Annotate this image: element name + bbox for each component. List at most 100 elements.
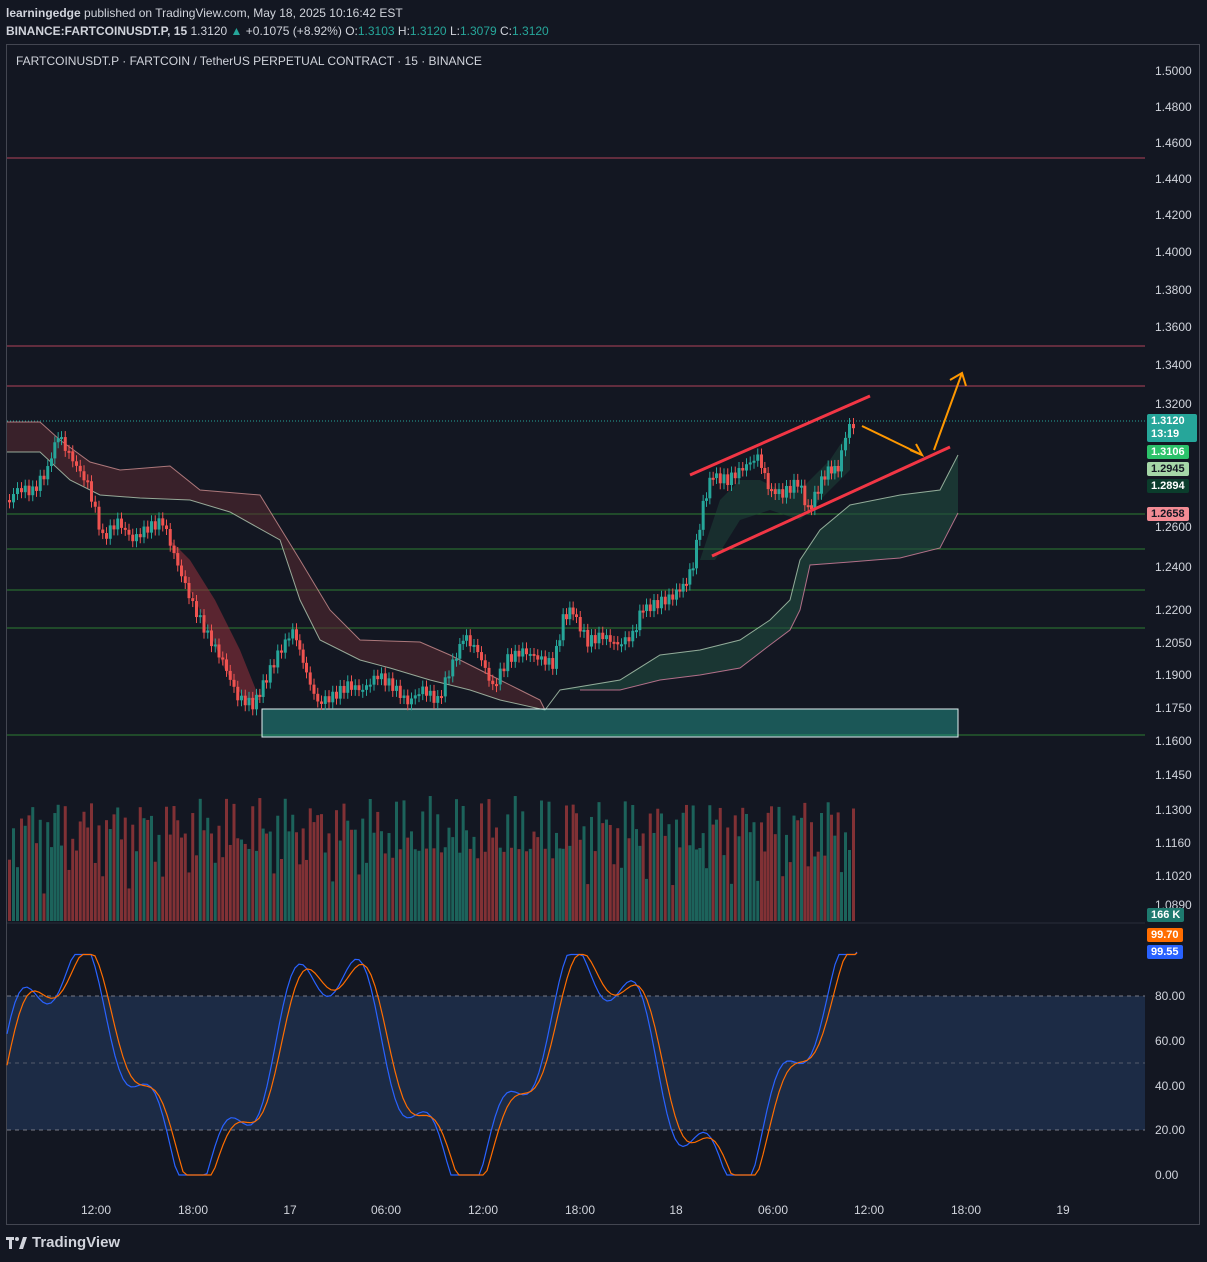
candle-body xyxy=(240,695,243,701)
volume-bar xyxy=(301,828,305,921)
volume-bar xyxy=(663,835,667,921)
volume-bar xyxy=(678,847,682,921)
price-chart[interactable]: 1.5000 1.4800 1.4600 1.4400 1.4200 1.4000 1.38… xyxy=(0,0,1207,1262)
volume-bar xyxy=(16,867,19,921)
price-tick-label: 1.4200 xyxy=(1155,208,1192,222)
candle-body xyxy=(763,467,767,474)
candle-body xyxy=(612,641,616,644)
volume-bar xyxy=(561,848,565,921)
candle-body xyxy=(67,450,71,453)
candle-body xyxy=(620,644,623,647)
volume-bar xyxy=(280,859,283,921)
volume-bar xyxy=(616,828,620,921)
volume-bar xyxy=(487,799,491,921)
volume-bar xyxy=(232,803,236,921)
candle-body xyxy=(593,635,597,644)
volume-bar xyxy=(506,814,510,921)
candle-body xyxy=(487,667,491,681)
candle-body xyxy=(42,475,46,480)
candle-body xyxy=(120,518,123,528)
volume-bar xyxy=(78,821,82,921)
time-tick-label: 12:00 xyxy=(81,1203,111,1217)
candle-body xyxy=(283,639,287,653)
time-tick-label: 06:00 xyxy=(758,1203,788,1217)
oscillator-axis[interactable]: 80.00 60.00 40.00 20.00 0.00 xyxy=(1155,989,1185,1182)
volume-bar xyxy=(75,850,78,921)
volume-bar xyxy=(327,833,331,921)
candle-body xyxy=(90,481,93,502)
candle-body xyxy=(425,686,428,696)
volume-bar xyxy=(718,807,722,921)
volume-bar xyxy=(525,851,528,921)
candle-body xyxy=(536,655,540,660)
volume-bar xyxy=(283,798,287,921)
volume-bar xyxy=(685,804,688,921)
volume-bar xyxy=(276,815,280,921)
candle-body xyxy=(447,676,451,679)
volume-bar xyxy=(365,862,368,921)
candle-body xyxy=(172,545,176,554)
volume-bar xyxy=(198,798,202,921)
price-tick-label: 1.1600 xyxy=(1155,734,1192,748)
volume-bar xyxy=(417,850,421,921)
candle-body xyxy=(691,568,695,571)
candle-body xyxy=(756,454,760,461)
candle-body xyxy=(737,468,741,479)
volume-bar xyxy=(605,819,608,921)
demand-zone[interactable] xyxy=(261,708,959,738)
volume-bar xyxy=(756,880,760,921)
volume-bar xyxy=(816,851,820,921)
price-tick-label: 1.3200 xyxy=(1155,397,1192,411)
osc-tick-label: 20.00 xyxy=(1155,1123,1185,1137)
volume-bar xyxy=(752,822,756,921)
volume-bar xyxy=(176,820,180,921)
time-tick-label: 12:00 xyxy=(854,1203,884,1217)
candle-body xyxy=(675,589,678,600)
volume-bar xyxy=(236,838,240,921)
candle-body xyxy=(495,684,498,687)
candle-body xyxy=(23,485,27,493)
volume-bar xyxy=(803,802,807,921)
volume-bar xyxy=(342,803,346,921)
volume-bar xyxy=(86,827,90,921)
price-tick-label: 1.3600 xyxy=(1155,320,1192,334)
time-tick-label: 17 xyxy=(283,1203,297,1217)
candle-body xyxy=(688,569,692,585)
volume-bar xyxy=(157,834,161,921)
volume-bar xyxy=(741,807,745,921)
candle-body xyxy=(513,650,517,662)
candle-body xyxy=(844,437,847,451)
volume-bar xyxy=(810,822,813,921)
volume-bar xyxy=(268,831,272,921)
candle-body xyxy=(800,485,803,488)
volume-bar xyxy=(372,832,376,921)
candle-body xyxy=(342,685,346,693)
volume-bar xyxy=(63,806,67,921)
candle-body xyxy=(413,695,417,699)
candle-body xyxy=(232,679,236,687)
volume-bar xyxy=(698,848,702,921)
projection-arrow-up[interactable] xyxy=(933,372,963,451)
volume-bar xyxy=(781,876,785,921)
volume-bar xyxy=(428,796,432,921)
price-tick-label: 1.3400 xyxy=(1155,358,1192,372)
volume-bar xyxy=(472,836,476,921)
volume-bar xyxy=(597,802,601,921)
candle-body xyxy=(236,686,240,701)
tradingview-logo[interactable]: TradingView xyxy=(6,1234,120,1251)
candle-body xyxy=(568,607,572,620)
candle-body xyxy=(255,694,258,710)
candle-body xyxy=(27,485,31,496)
candle-body xyxy=(806,505,810,508)
candle-body xyxy=(558,640,562,646)
candle-body xyxy=(202,615,206,633)
candle-body xyxy=(46,466,50,480)
candle-body xyxy=(383,673,387,686)
volume-bar xyxy=(56,804,60,921)
candle-body xyxy=(597,632,601,644)
candle-body xyxy=(641,610,645,613)
volume-bar xyxy=(586,884,590,921)
candle-body xyxy=(417,694,421,697)
time-axis[interactable]: 12:00 18:00 17 06:00 12:00 18:00 18 06:00 12:00 1… xyxy=(81,1203,1070,1217)
candle-body xyxy=(645,604,648,612)
